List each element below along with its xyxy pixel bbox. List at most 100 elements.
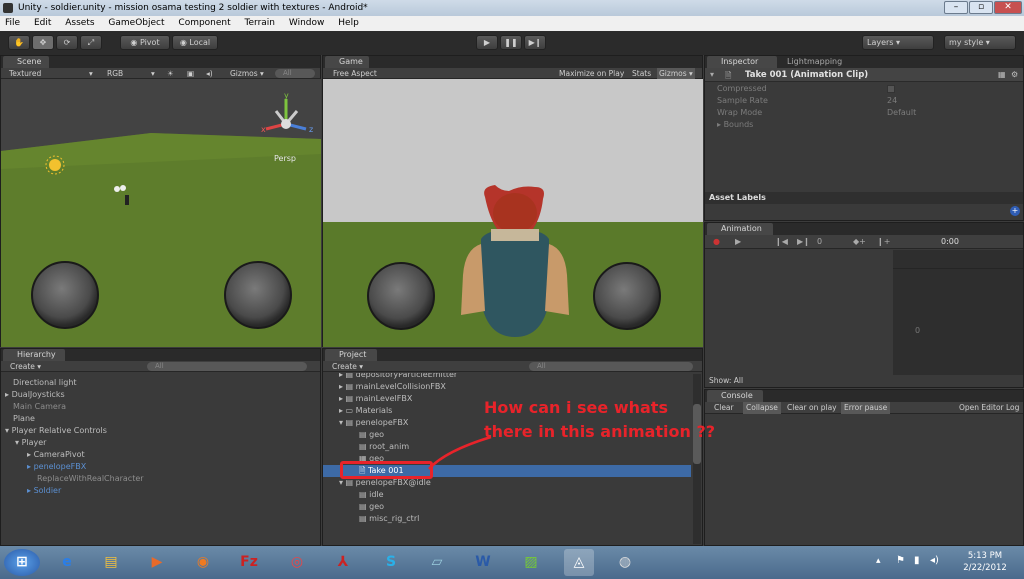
record-icon[interactable]: ● <box>713 235 720 249</box>
close-button[interactable]: ✕ <box>994 1 1022 14</box>
foldout-arrow-icon[interactable]: ▾ <box>710 70 714 79</box>
add-keyframe-icon[interactable]: ◆+ <box>853 235 866 249</box>
hierarchy-item[interactable]: ▸ Soldier <box>1 485 319 497</box>
project-item[interactable]: ▤ misc_rig_ctrl <box>323 513 691 525</box>
open-editor-log-button[interactable]: Open Editor Log <box>959 402 1019 414</box>
project-search-input[interactable]: All <box>529 362 693 371</box>
add-event-icon[interactable]: ❙+ <box>877 235 890 249</box>
console-clear-button[interactable]: Clear <box>714 402 734 414</box>
tab-animation[interactable]: Animation <box>707 223 773 235</box>
render-mode-dropdown[interactable]: RGB <box>107 68 123 79</box>
maximize-on-play-toggle[interactable]: Maximize on Play <box>559 68 624 79</box>
project-item[interactable]: ▸ ▤ depositoryParticleEmitter <box>323 373 691 381</box>
help-icon[interactable]: ▦ <box>998 70 1006 79</box>
word-icon[interactable]: W <box>468 549 498 576</box>
hierarchy-item[interactable]: ▸ CameraPivot <box>1 449 319 461</box>
tab-scene[interactable]: Scene <box>3 56 49 68</box>
hierarchy-item[interactable]: Main Camera <box>1 401 319 413</box>
explorer-icon[interactable]: ▤ <box>96 549 126 576</box>
hierarchy-search-input[interactable]: All <box>147 362 307 371</box>
media-player-icon[interactable]: ▶ <box>142 549 172 576</box>
tab-lightmapping[interactable]: Lightmapping <box>781 56 848 68</box>
animation-curve-area[interactable]: 0 <box>893 250 1023 376</box>
hand-tool-icon[interactable]: ✋ <box>8 35 30 50</box>
start-orb-icon[interactable]: ⊞ <box>4 549 40 576</box>
menu-window[interactable]: Window <box>289 18 325 28</box>
layout-dropdown[interactable]: my style ▾ <box>944 35 1016 50</box>
menu-terrain[interactable]: Terrain <box>245 18 275 28</box>
stats-toggle[interactable]: Stats <box>632 68 651 79</box>
clock[interactable]: 5:13 PM 2/22/2012 <box>960 550 1010 574</box>
image-icon[interactable]: ▣ <box>187 68 194 79</box>
tab-console[interactable]: Console <box>707 390 763 402</box>
hierarchy-item[interactable]: Directional light <box>1 377 319 389</box>
scene-search-input[interactable]: All <box>275 69 315 78</box>
hierarchy-item[interactable]: ▾ Player Relative Controls <box>1 425 319 437</box>
tab-project[interactable]: Project <box>325 349 377 361</box>
maximize-button[interactable]: ▫ <box>969 1 993 14</box>
firefox-icon[interactable]: ◉ <box>188 549 218 576</box>
shading-dropdown[interactable]: Textured <box>9 68 41 79</box>
minimize-button[interactable]: – <box>944 1 968 14</box>
menu-edit[interactable]: Edit <box>34 18 51 28</box>
flag-icon[interactable]: ⚑ <box>896 555 905 566</box>
project-item[interactable]: ▤ idle <box>323 489 691 501</box>
rotate-tool-icon[interactable]: ⟳ <box>56 35 78 50</box>
notes-icon[interactable]: ▱ <box>422 549 452 576</box>
layers-dropdown[interactable]: Layers ▾ <box>862 35 934 50</box>
console-collapse-toggle[interactable]: Collapse <box>743 402 781 414</box>
tab-game[interactable]: Game <box>325 56 369 68</box>
animation-property-list[interactable] <box>705 250 893 376</box>
scale-tool-icon[interactable]: ⤢ <box>80 35 102 50</box>
field-compressed[interactable]: Compressed <box>717 83 1017 95</box>
field-wrap-mode[interactable]: Wrap Mode Default <box>717 107 1017 119</box>
ie-icon[interactable]: e <box>52 549 82 576</box>
hierarchy-item[interactable]: Plane <box>1 413 319 425</box>
scene-gizmos-dropdown[interactable]: Gizmos ▾ <box>230 68 264 79</box>
menu-assets[interactable]: Assets <box>65 18 94 28</box>
hierarchy-create-dropdown[interactable]: Create ▾ <box>10 361 41 372</box>
network-app-icon[interactable]: ◍ <box>610 549 640 576</box>
next-key-icon[interactable]: ▶❙ <box>797 235 810 249</box>
anim-play-icon[interactable]: ▶ <box>735 235 741 249</box>
local-button[interactable]: ◉ Local <box>172 35 218 50</box>
frame-field[interactable]: 0 <box>817 235 822 249</box>
tab-inspector[interactable]: Inspector <box>707 56 777 68</box>
tab-hierarchy[interactable]: Hierarchy <box>3 349 65 361</box>
audio-icon[interactable]: ◂) <box>206 68 213 79</box>
hierarchy-item[interactable]: ▸ penelopeFBX <box>1 461 319 473</box>
volume-icon[interactable]: ◂) <box>930 555 939 566</box>
field-sample-rate[interactable]: Sample Rate 24 <box>717 95 1017 107</box>
error-pause-toggle[interactable]: Error pause <box>841 402 891 414</box>
bounds-foldout[interactable]: ▸ Bounds <box>717 119 1017 131</box>
move-tool-icon[interactable]: ✥ <box>32 35 54 50</box>
pivot-button[interactable]: ◉ Pivot <box>120 35 170 50</box>
hierarchy-item[interactable]: ReplaceWithRealCharacter <box>1 473 319 485</box>
settings-gear-icon[interactable]: ⚙ <box>1011 70 1018 79</box>
aspect-dropdown[interactable]: Free Aspect <box>333 68 377 79</box>
sun-icon[interactable]: ☀ <box>167 68 174 79</box>
menu-file[interactable]: File <box>5 18 20 28</box>
project-app-icon[interactable]: ▨ <box>516 549 546 576</box>
hierarchy-item[interactable]: ▾ Player <box>1 437 319 449</box>
skype-icon[interactable]: S <box>376 549 406 576</box>
menu-help[interactable]: Help <box>338 18 359 28</box>
console-log-area[interactable] <box>705 415 1023 545</box>
project-item[interactable]: ▤ geo <box>323 501 691 513</box>
unity-taskbar-icon[interactable]: ◬ <box>564 549 594 576</box>
filezilla-icon[interactable]: Fz <box>234 549 264 576</box>
persp-label[interactable]: Persp <box>274 154 296 163</box>
show-filter-dropdown[interactable]: Show: All <box>705 375 1023 387</box>
project-item[interactable]: ▸ ▤ mainLevelCollisionFBX <box>323 381 691 393</box>
menu-component[interactable]: Component <box>178 18 230 28</box>
tray-arrow-icon[interactable]: ▴ <box>876 556 881 566</box>
play-icon[interactable]: ▶ <box>476 35 498 50</box>
game-gizmos-toggle[interactable]: Gizmos ▾ <box>657 68 695 79</box>
project-create-dropdown[interactable]: Create ▾ <box>332 361 363 372</box>
step-icon[interactable]: ▶❙ <box>524 35 546 50</box>
chrome-icon[interactable]: ◎ <box>282 549 312 576</box>
hierarchy-item[interactable]: ▸ DualJoysticks <box>1 389 319 401</box>
clear-on-play-toggle[interactable]: Clear on play <box>787 402 837 414</box>
acrobat-icon[interactable]: ⅄ <box>328 549 358 576</box>
pause-icon[interactable]: ❚❚ <box>500 35 522 50</box>
